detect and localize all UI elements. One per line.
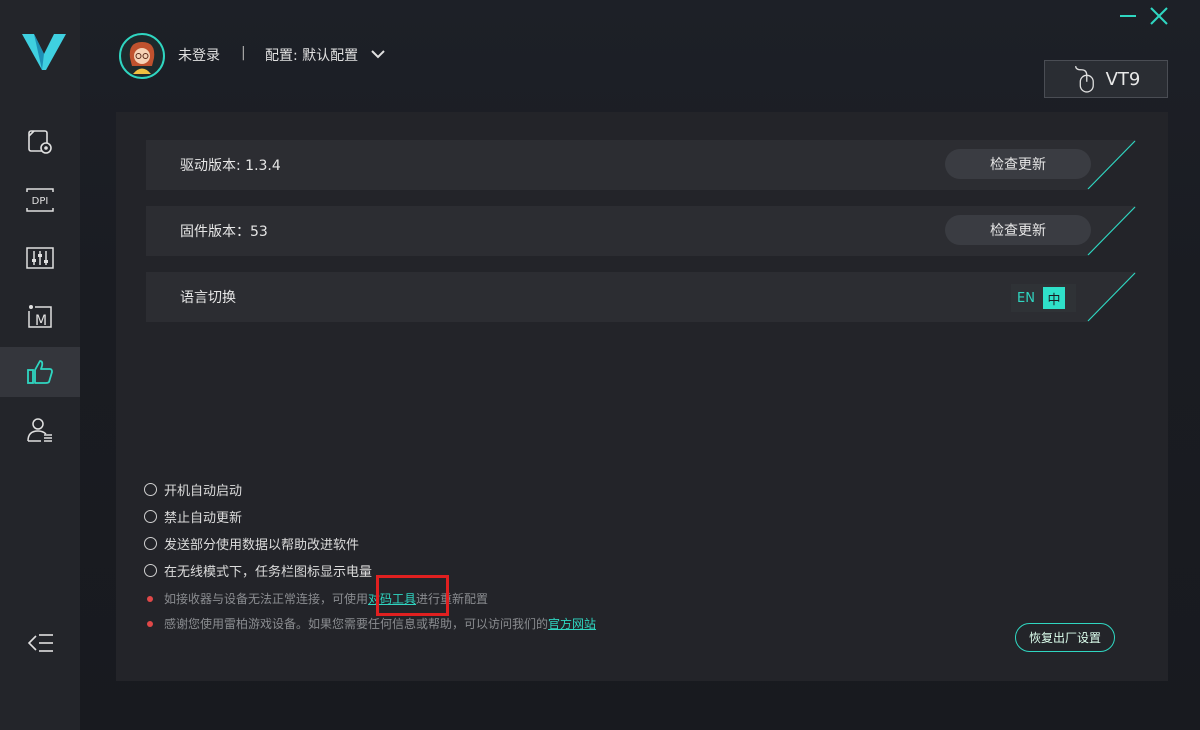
sidebar-item-mouse-settings[interactable]: [0, 117, 80, 167]
radio-button[interactable]: [144, 510, 157, 523]
config-selector-label[interactable]: 配置: 默认配置: [265, 45, 358, 65]
radio-button[interactable]: [144, 537, 157, 550]
option-send-usage-data[interactable]: 发送部分使用数据以帮助改进软件: [144, 534, 359, 553]
firmware-check-update-button[interactable]: 检查更新: [945, 215, 1091, 245]
sidebar-item-dpi[interactable]: DPI: [0, 175, 80, 225]
factory-reset-button[interactable]: 恢复出厂设置: [1015, 623, 1115, 652]
chevron-down-icon: [371, 50, 385, 59]
sidebar: DPI M: [0, 0, 80, 730]
language-toggle[interactable]: EN 中: [1011, 284, 1076, 312]
dpi-icon: DPI: [26, 188, 54, 212]
login-status[interactable]: 未登录: [178, 45, 220, 65]
close-icon: [1150, 7, 1168, 25]
driver-version-row: 驱动版本: 1.3.4 检查更新: [146, 140, 1136, 190]
official-website-link[interactable]: 官方网站: [548, 615, 596, 632]
option-label: 在无线模式下，任务栏图标显示电量: [164, 565, 373, 580]
driver-version-label: 驱动版本: 1.3.4: [180, 158, 281, 174]
svg-text:DPI: DPI: [32, 196, 49, 207]
mouse-icon: [1074, 66, 1094, 93]
config-dropdown[interactable]: [370, 46, 386, 62]
pairing-note-text: 如接收器与设备无法正常连接，可使用: [164, 592, 369, 606]
collapse-menu-button[interactable]: [27, 628, 55, 658]
minimize-button[interactable]: [1118, 5, 1138, 25]
collapse-menu-icon: [27, 634, 53, 652]
mouse-settings-icon: [28, 130, 52, 154]
option-auto-start[interactable]: 开机自动启动: [144, 480, 242, 499]
radio-button[interactable]: [144, 483, 157, 496]
avatar[interactable]: [119, 33, 165, 79]
bullet-dot: [147, 620, 153, 627]
sidebar-item-account[interactable]: [0, 405, 80, 455]
lang-zh-option[interactable]: 中: [1042, 287, 1065, 309]
sidebar-item-equalizer[interactable]: [0, 233, 80, 283]
row-background: [146, 272, 1136, 322]
option-show-battery[interactable]: 在无线模式下，任务栏图标显示电量: [144, 561, 372, 580]
thanks-note: 感谢您使用雷柏游戏设备。如果您需要任何信息或帮助，可以访问我们的 官方网站: [146, 615, 596, 632]
driver-check-update-button[interactable]: 检查更新: [945, 149, 1091, 179]
sidebar-item-about[interactable]: [0, 347, 80, 397]
v-logo-icon: [22, 30, 66, 72]
avatar-icon: [129, 42, 155, 74]
device-selector-button[interactable]: VT9: [1044, 60, 1168, 98]
thanks-note-text: 感谢您使用雷柏游戏设备。如果您需要任何信息或帮助，可以访问我们的: [164, 617, 549, 631]
language-row: 语言切换 EN 中: [146, 272, 1136, 322]
sidebar-item-macro[interactable]: M: [0, 291, 80, 341]
option-disable-auto-update[interactable]: 禁止自动更新: [144, 507, 242, 526]
lang-en-option[interactable]: EN: [1017, 291, 1035, 306]
svg-text:M: M: [35, 313, 47, 329]
radio-button[interactable]: [144, 564, 157, 577]
option-label: 开机自动启动: [164, 484, 243, 499]
option-label: 发送部分使用数据以帮助改进软件: [164, 538, 360, 553]
header-separator: |: [241, 45, 246, 61]
user-list-icon: [27, 418, 52, 442]
firmware-version-label: 固件版本：53: [180, 224, 268, 240]
highlight-box: [376, 575, 449, 616]
minimize-icon: [1120, 15, 1136, 17]
device-name: VT9: [1105, 68, 1141, 90]
firmware-version-row: 固件版本：53 检查更新: [146, 206, 1136, 256]
close-button[interactable]: [1148, 5, 1170, 27]
thumbs-up-icon: [27, 360, 53, 384]
bullet-dot: [147, 595, 153, 602]
language-label: 语言切换: [180, 290, 236, 306]
option-label: 禁止自动更新: [164, 511, 243, 526]
macro-icon: M: [28, 305, 52, 329]
equalizer-icon: [26, 247, 54, 269]
